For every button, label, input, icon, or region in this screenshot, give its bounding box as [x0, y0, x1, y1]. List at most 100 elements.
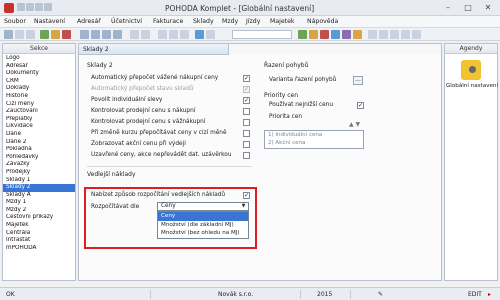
menu-ucetnictvi[interactable]: Účetnictví	[111, 18, 142, 25]
green-action-icon[interactable]	[298, 30, 307, 39]
menu-majetek[interactable]: Majetek	[270, 18, 294, 25]
next-record-icon[interactable]	[102, 30, 111, 39]
chart-icon[interactable]	[368, 30, 377, 39]
rozpocitavat-select[interactable]: Ceny ▼	[157, 202, 249, 211]
menu-adresar[interactable]: Adresář	[77, 18, 101, 25]
sidebar-item-mpohoda[interactable]: mPOHODA	[3, 245, 75, 253]
dropdown-option-mnozstvi-zakladni[interactable]: Množství (dle základní MJ)	[158, 221, 248, 230]
checkbox-vazena-nakupni-cena[interactable]: ✓	[243, 75, 250, 82]
sidebar-item-pohledávky[interactable]: Pohledávky	[3, 154, 75, 162]
print-toolbar-icon[interactable]	[130, 30, 139, 39]
arrow-up-icon[interactable]: ▲	[349, 121, 354, 128]
export-icon[interactable]	[141, 30, 150, 39]
menu-jizdy[interactable]: Jízdy	[246, 18, 260, 25]
tab-sklady-2[interactable]: Sklady 2	[79, 44, 229, 55]
sidebar-item-přeplatky[interactable]: Přeplatky	[3, 116, 75, 124]
first-record-icon[interactable]	[80, 30, 89, 39]
settings-icon[interactable]	[390, 30, 399, 39]
arrow-down-icon[interactable]: ▼	[356, 121, 361, 128]
checkbox-akcni-cena-vydej[interactable]	[243, 141, 250, 148]
sidebar-item-majetek[interactable]: Majetek	[3, 222, 75, 230]
agenda-global-settings-label[interactable]: Globální nastavení	[445, 83, 499, 89]
filter-icon[interactable]	[158, 30, 167, 39]
sidebar-item-adresář[interactable]: Adresář	[3, 63, 75, 71]
minimize-button[interactable]: –	[439, 2, 457, 13]
sidebar-item-sklady-2[interactable]: Sklady 2	[3, 184, 75, 192]
varianta-browse-button[interactable]: ...	[353, 76, 363, 85]
menu-fakturace[interactable]: Fakturace	[153, 18, 183, 25]
undo-icon[interactable]	[26, 3, 34, 11]
quick-search-input[interactable]	[232, 30, 292, 39]
checkbox-prepocet-cizi-mena[interactable]	[243, 130, 250, 137]
sidebar-item-závazky[interactable]: Závazky	[3, 161, 75, 169]
list-item[interactable]: 2) Akční cena	[265, 139, 363, 147]
dropdown-option-mnozstvi-bez-mj[interactable]: Množství (bez ohledu na MJ)	[158, 229, 248, 238]
sidebar-item-doklady[interactable]: Doklady	[3, 85, 75, 93]
divider	[300, 290, 301, 299]
list-view-icon[interactable]	[206, 30, 215, 39]
menu-soubor[interactable]: Soubor	[4, 18, 26, 25]
help-icon[interactable]	[401, 30, 410, 39]
menu-napoveda[interactable]: Nápověda	[307, 18, 338, 25]
close-button[interactable]: ✕	[479, 2, 497, 13]
maximize-button[interactable]: □	[459, 2, 477, 13]
sidebar-item-mzdy-2[interactable]: Mzdy 2	[3, 207, 75, 215]
sidebar-item-logo[interactable]: Logo	[3, 55, 75, 63]
page-icon[interactable]	[15, 30, 24, 39]
more-icon[interactable]	[412, 30, 421, 39]
varianta-label: Varianta řazení pohybů	[269, 77, 337, 83]
sidebar-item-historie[interactable]: Historie	[3, 93, 75, 101]
sidebar-item-daně[interactable]: Daně	[3, 131, 75, 139]
redo-icon[interactable]	[35, 3, 43, 11]
checkbox-kontrola-s-vaznakupni[interactable]	[243, 119, 250, 126]
calculator-icon[interactable]	[379, 30, 388, 39]
menu-mzdy[interactable]: Mzdy	[222, 18, 238, 25]
blue-action-icon[interactable]	[331, 30, 340, 39]
print-icon[interactable]	[44, 3, 52, 11]
edit-record-icon[interactable]	[51, 30, 60, 39]
sidebar-item-daně-2[interactable]: Daně 2	[3, 139, 75, 147]
list-item[interactable]: 1) Individuální cena	[265, 131, 363, 139]
menu-sklady[interactable]: Sklady	[193, 18, 214, 25]
last-record-icon[interactable]	[113, 30, 122, 39]
sidebar-item-dokumenty[interactable]: Dokumenty	[3, 70, 75, 78]
folder-icon[interactable]	[309, 30, 318, 39]
previous-record-icon[interactable]	[91, 30, 100, 39]
sort-icon[interactable]	[169, 30, 178, 39]
sidebar-item-mzdy-1[interactable]: Mzdy 1	[3, 199, 75, 207]
checkbox-uzavrene-ceny[interactable]	[243, 152, 250, 159]
sidebar-item-sklady-a[interactable]: Sklady A	[3, 192, 75, 200]
document-icon[interactable]	[353, 30, 362, 39]
menu-nastaveni[interactable]: Nastavení	[34, 18, 65, 25]
add-record-icon[interactable]	[40, 30, 49, 39]
global-settings-icon[interactable]	[461, 60, 481, 80]
delete-record-icon[interactable]	[62, 30, 71, 39]
chevron-down-icon[interactable]: ▼	[240, 204, 247, 209]
title-bar: POHODA Komplet - [Globální nastavení] – …	[0, 0, 500, 16]
checkbox-nejnizsi-cena[interactable]: ✓	[357, 102, 364, 109]
priorita-list[interactable]: 1) Individuální cena 2) Akční cena	[264, 130, 364, 149]
checkbox-rozpocitani-vedlejsich-nakladu[interactable]: ✓	[243, 192, 250, 199]
save-icon[interactable]	[17, 3, 25, 11]
pohoda-app-icon[interactable]	[4, 3, 14, 13]
tools-icon[interactable]	[180, 30, 189, 39]
sidebar-item-cizí-měny[interactable]: Cizí měny	[3, 101, 75, 109]
sidebar-item-intrastat[interactable]: Intrastat	[3, 237, 75, 245]
option-label: Automatický přepočet stavu skladů	[91, 86, 194, 92]
back-icon[interactable]	[4, 30, 13, 39]
sidebar-item-likvidace[interactable]: Likvidace	[3, 123, 75, 131]
copy-icon[interactable]	[26, 30, 35, 39]
info-icon[interactable]	[195, 30, 204, 39]
purple-action-icon[interactable]	[342, 30, 351, 39]
red-action-icon[interactable]	[320, 30, 329, 39]
sidebar-item-pokladna[interactable]: Pokladna	[3, 146, 75, 154]
checkbox-kontrola-s-nakupni[interactable]	[243, 108, 250, 115]
sidebar-item-sklady-1[interactable]: Sklady 1	[3, 177, 75, 185]
sidebar-item-crm[interactable]: CRM	[3, 78, 75, 86]
sidebar-item-centrála[interactable]: Centrála	[3, 230, 75, 238]
sidebar-item-cestovní-příkazy[interactable]: Cestovní příkazy	[3, 214, 75, 222]
sidebar-item-zaúčtování[interactable]: Zaúčtování	[3, 108, 75, 116]
checkbox-individualni-slevy[interactable]: ✓	[243, 97, 250, 104]
dropdown-option-ceny[interactable]: Ceny	[158, 212, 248, 221]
sidebar-item-prodejky[interactable]: Prodejky	[3, 169, 75, 177]
